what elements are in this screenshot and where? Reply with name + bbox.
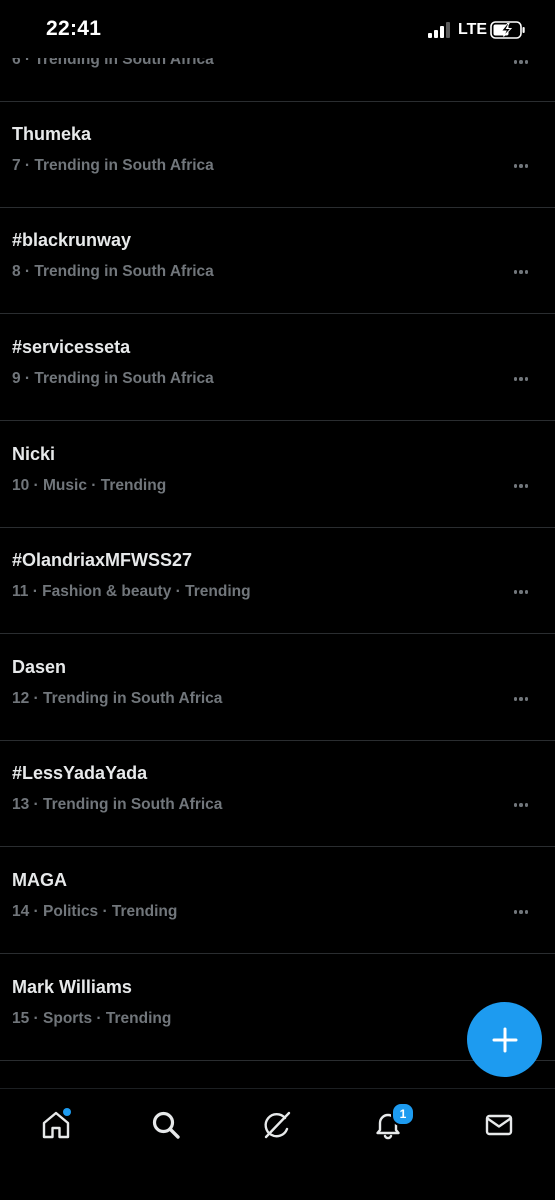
plus-icon: [492, 1027, 517, 1052]
bottom-navigation: 1: [0, 1088, 555, 1200]
grok-icon: [264, 1111, 291, 1139]
trend-title: #LessYadaYada: [12, 763, 148, 783]
status-time: 22:41: [46, 17, 102, 40]
nav-search[interactable]: [146, 1105, 186, 1145]
trend-title: Dasen: [12, 657, 67, 677]
trend-meta: 10 · Music · Trending: [12, 477, 167, 494]
trend-meta: 7 · Trending in South Africa: [12, 157, 214, 174]
trend-meta: 9 · Trending in South Africa: [12, 370, 214, 387]
search-icon: [152, 1111, 180, 1139]
notification-count-badge: 1: [391, 1102, 415, 1126]
more-options-icon[interactable]: [511, 902, 531, 922]
trend-item[interactable]: Thumeka 7 · Trending in South Africa: [0, 102, 555, 208]
trend-item[interactable]: #servicesseta 9 · Trending in South Afri…: [0, 315, 555, 421]
trend-title: #blackrunway: [12, 230, 132, 250]
more-options-icon[interactable]: [511, 476, 531, 496]
trend-title: #servicesseta: [12, 337, 131, 357]
cellular-signal-icon: [428, 22, 452, 38]
nav-notifications[interactable]: 1: [368, 1102, 415, 1145]
trend-meta: 12 · Trending in South Africa: [12, 690, 223, 707]
trend-meta: 8 · Trending in South Africa: [12, 263, 214, 280]
more-options-icon[interactable]: [511, 156, 531, 176]
trend-item[interactable]: Nicki 10 · Music · Trending: [0, 422, 555, 528]
trend-meta: 15 · Sports · Trending: [12, 1010, 172, 1027]
nav-grok[interactable]: [257, 1105, 297, 1145]
more-options-icon[interactable]: [511, 582, 531, 602]
more-options-icon[interactable]: [511, 262, 531, 282]
trend-title: #OlandriaxMFWSS27: [12, 550, 193, 570]
home-notification-dot: [63, 1108, 71, 1116]
trend-title: Thumeka: [12, 124, 92, 144]
trend-item[interactable]: #LessYadaYada 13 · Trending in South Afr…: [0, 741, 555, 847]
trend-item[interactable]: Dasen 12 · Trending in South Africa: [0, 635, 555, 741]
mail-icon: [485, 1114, 513, 1136]
trend-meta: 13 · Trending in South Africa: [12, 796, 223, 813]
nav-home[interactable]: [36, 1105, 76, 1145]
trend-title: MAGA: [12, 870, 67, 890]
more-options-icon[interactable]: [511, 795, 531, 815]
trend-item[interactable]: MAGA 14 · Politics · Trending: [0, 848, 555, 954]
trend-meta: 11 · Fashion & beauty · Trending: [12, 583, 251, 600]
trend-item[interactable]: #blackrunway 8 · Trending in South Afric…: [0, 208, 555, 314]
trend-title: Nicki: [12, 444, 56, 464]
trend-item[interactable]: #OlandriaxMFWSS27 11 · Fashion & beauty …: [0, 528, 555, 634]
compose-post-button[interactable]: [467, 1002, 542, 1077]
status-bar: 22:41 LTE: [0, 0, 555, 58]
more-options-icon[interactable]: [511, 369, 531, 389]
trend-meta: 14 · Politics · Trending: [12, 903, 178, 920]
nav-messages[interactable]: [479, 1105, 519, 1145]
trend-title: Mark Williams: [12, 977, 132, 997]
more-options-icon[interactable]: [511, 689, 531, 709]
network-type: LTE: [458, 21, 488, 38]
battery-charging-icon: [490, 21, 525, 39]
